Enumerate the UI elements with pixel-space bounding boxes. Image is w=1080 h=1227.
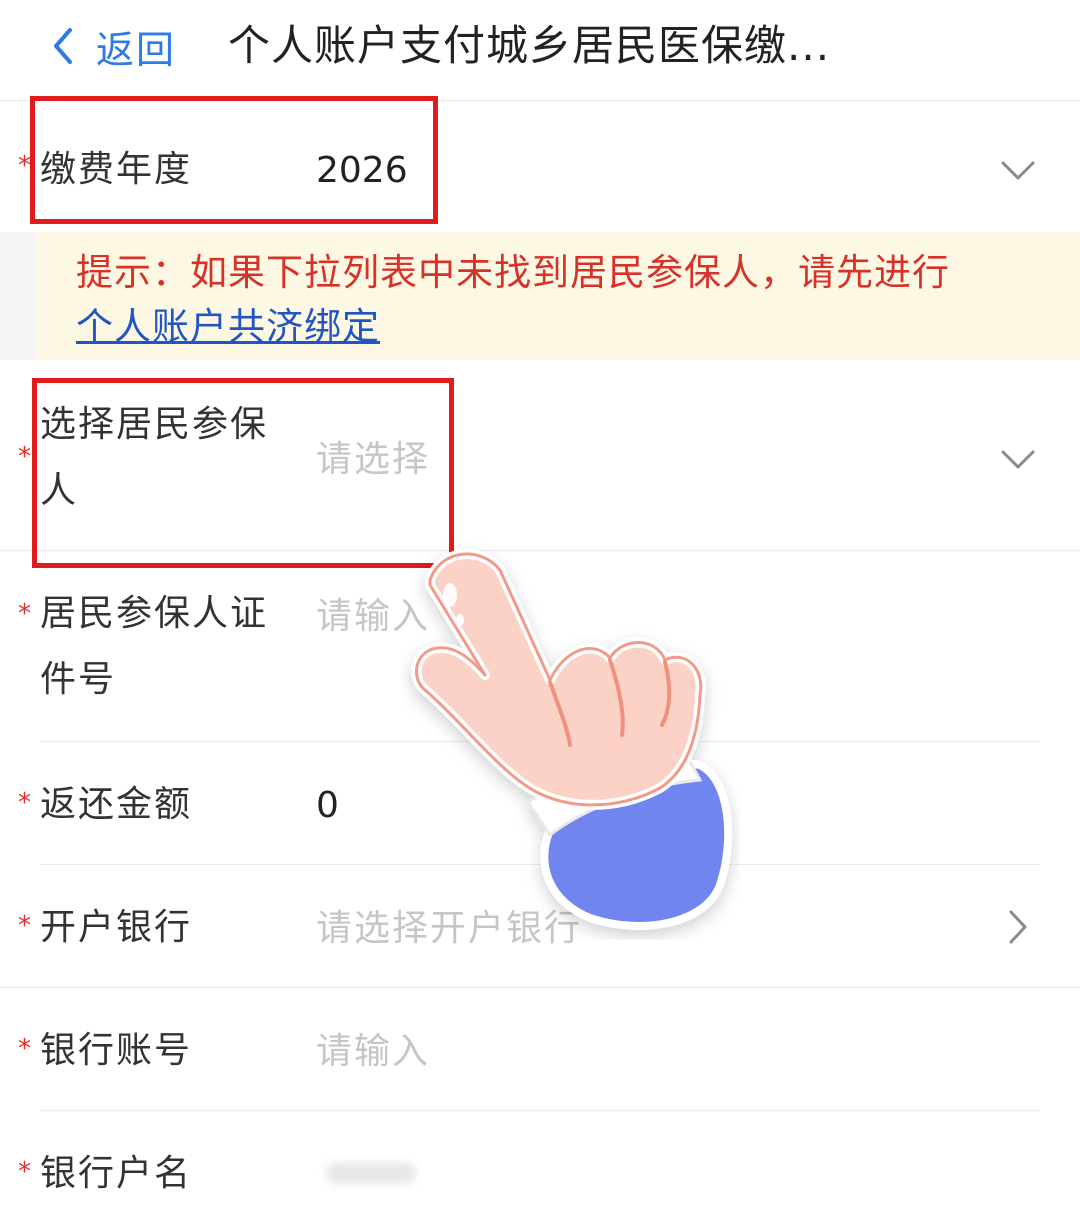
nav-bar: 返回 个人账户支付城乡居民医保缴... [0, 0, 1080, 101]
chevron-right-icon[interactable] [1008, 909, 1028, 945]
notice-banner: 提示：如果下拉列表中未找到居民参保人，请先进行 个人账户共济绑定 [36, 232, 1080, 360]
account-name-row[interactable]: * 银行户名 [0, 1111, 1080, 1227]
required-mark: * [18, 442, 31, 472]
refund-amount-label: 返还金额 [40, 784, 193, 825]
pointing-hand-icon [411, 549, 733, 930]
binding-link[interactable]: 个人账户共济绑定 [76, 305, 380, 348]
required-mark: * [18, 788, 31, 818]
page-title: 个人账户支付城乡居民医保缴... [228, 21, 831, 70]
account-name-label: 银行户名 [40, 1153, 193, 1194]
notice-margin [0, 232, 36, 360]
required-mark: * [18, 911, 31, 941]
bank-account-input[interactable]: 请输入 [316, 1034, 430, 1070]
bank-account-row[interactable]: * 银行账号 请输入 [0, 988, 1080, 1110]
back-button[interactable]: 返回 [48, 18, 176, 74]
blurred-account-name [326, 1162, 416, 1184]
refund-amount-value: 0 [316, 785, 339, 826]
back-label: 返回 [96, 27, 177, 72]
required-mark: * [18, 1157, 31, 1187]
chevron-left-icon [54, 28, 72, 64]
chevron-down-icon[interactable] [1000, 159, 1036, 183]
bank-label: 开户银行 [40, 907, 193, 948]
id-number-label: 居民参保人证件号 [40, 593, 269, 700]
chevron-down-icon[interactable] [1000, 448, 1036, 472]
required-mark: * [18, 599, 31, 629]
bank-account-label: 银行账号 [40, 1030, 193, 1071]
highlight-box-year [30, 96, 438, 224]
required-mark: * [18, 1034, 31, 1064]
highlight-box-insured [32, 378, 454, 568]
notice-text: 提示：如果下拉列表中未找到居民参保人，请先进行 [76, 251, 950, 294]
